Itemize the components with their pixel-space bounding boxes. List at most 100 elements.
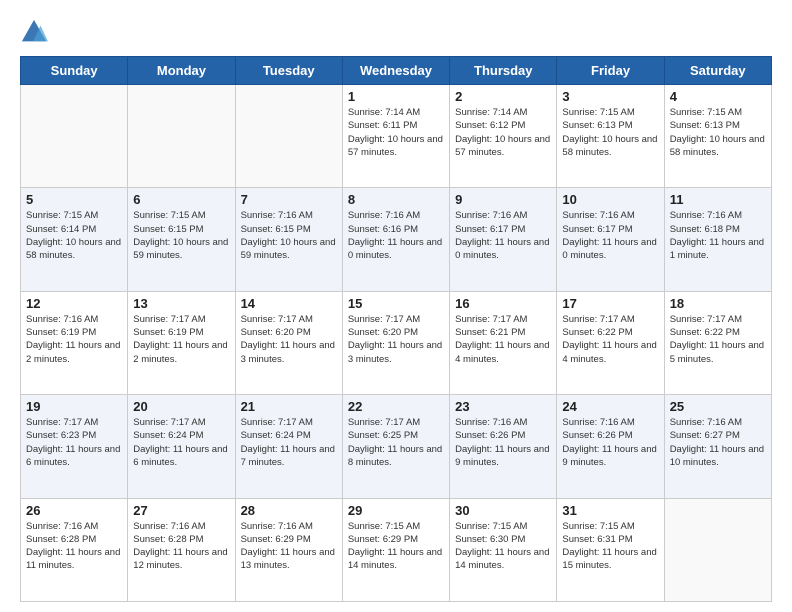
day-info: Sunrise: 7:16 AM Sunset: 6:29 PM Dayligh… xyxy=(241,520,337,573)
day-number: 13 xyxy=(133,296,229,311)
table-row: 24 Sunrise: 7:16 AM Sunset: 6:26 PM Dayli… xyxy=(557,395,664,498)
table-row: 6 Sunrise: 7:15 AM Sunset: 6:15 PM Daylig… xyxy=(128,188,235,291)
day-number: 18 xyxy=(670,296,766,311)
table-row: 5 Sunrise: 7:15 AM Sunset: 6:14 PM Daylig… xyxy=(21,188,128,291)
logo-icon xyxy=(20,18,48,46)
table-row xyxy=(235,85,342,188)
day-number: 1 xyxy=(348,89,444,104)
day-info: Sunrise: 7:15 AM Sunset: 6:13 PM Dayligh… xyxy=(562,106,658,159)
day-number: 3 xyxy=(562,89,658,104)
table-row: 1 Sunrise: 7:14 AM Sunset: 6:11 PM Daylig… xyxy=(342,85,449,188)
day-info: Sunrise: 7:17 AM Sunset: 6:24 PM Dayligh… xyxy=(133,416,229,469)
table-row xyxy=(128,85,235,188)
day-info: Sunrise: 7:16 AM Sunset: 6:27 PM Dayligh… xyxy=(670,416,766,469)
day-info: Sunrise: 7:16 AM Sunset: 6:16 PM Dayligh… xyxy=(348,209,444,262)
day-info: Sunrise: 7:17 AM Sunset: 6:22 PM Dayligh… xyxy=(562,313,658,366)
day-info: Sunrise: 7:15 AM Sunset: 6:15 PM Dayligh… xyxy=(133,209,229,262)
table-row: 29Sunrise: 7:15 AM Sunset: 6:29 PM Dayli… xyxy=(342,498,449,601)
table-row: 18Sunrise: 7:17 AM Sunset: 6:22 PM Dayli… xyxy=(664,291,771,394)
day-info: Sunrise: 7:16 AM Sunset: 6:28 PM Dayligh… xyxy=(26,520,122,573)
header-friday: Friday xyxy=(557,57,664,85)
day-info: Sunrise: 7:17 AM Sunset: 6:25 PM Dayligh… xyxy=(348,416,444,469)
day-number: 8 xyxy=(348,192,444,207)
day-number: 15 xyxy=(348,296,444,311)
header-tuesday: Tuesday xyxy=(235,57,342,85)
table-row: 14 Sunrise: 7:17 AM Sunset: 6:20 PM Dayli… xyxy=(235,291,342,394)
day-number: 10 xyxy=(562,192,658,207)
day-number: 31 xyxy=(562,503,658,518)
day-number: 4 xyxy=(670,89,766,104)
day-number: 7 xyxy=(241,192,337,207)
weekday-header-row: Sunday Monday Tuesday Wednesday Thursday… xyxy=(21,57,772,85)
table-row: 20 Sunrise: 7:17 AM Sunset: 6:24 PM Dayli… xyxy=(128,395,235,498)
table-row: 9Sunrise: 7:16 AM Sunset: 6:17 PM Daylig… xyxy=(450,188,557,291)
day-info: Sunrise: 7:17 AM Sunset: 6:20 PM Dayligh… xyxy=(241,313,337,366)
day-number: 25 xyxy=(670,399,766,414)
header-wednesday: Wednesday xyxy=(342,57,449,85)
day-info: Sunrise: 7:16 AM Sunset: 6:19 PM Dayligh… xyxy=(26,313,122,366)
logo xyxy=(20,18,52,46)
calendar-week-row: 1 Sunrise: 7:14 AM Sunset: 6:11 PM Daylig… xyxy=(21,85,772,188)
table-row: 22 Sunrise: 7:17 AM Sunset: 6:25 PM Dayli… xyxy=(342,395,449,498)
day-number: 30 xyxy=(455,503,551,518)
day-number: 22 xyxy=(348,399,444,414)
table-row: 23Sunrise: 7:16 AM Sunset: 6:26 PM Dayli… xyxy=(450,395,557,498)
day-number: 14 xyxy=(241,296,337,311)
day-number: 21 xyxy=(241,399,337,414)
day-info: Sunrise: 7:17 AM Sunset: 6:24 PM Dayligh… xyxy=(241,416,337,469)
day-info: Sunrise: 7:16 AM Sunset: 6:17 PM Dayligh… xyxy=(562,209,658,262)
table-row: 26 Sunrise: 7:16 AM Sunset: 6:28 PM Dayli… xyxy=(21,498,128,601)
day-info: Sunrise: 7:17 AM Sunset: 6:21 PM Dayligh… xyxy=(455,313,551,366)
day-info: Sunrise: 7:16 AM Sunset: 6:28 PM Dayligh… xyxy=(133,520,229,573)
table-row: 15 Sunrise: 7:17 AM Sunset: 6:20 PM Dayli… xyxy=(342,291,449,394)
day-number: 20 xyxy=(133,399,229,414)
day-info: Sunrise: 7:15 AM Sunset: 6:13 PM Dayligh… xyxy=(670,106,766,159)
day-number: 19 xyxy=(26,399,122,414)
calendar-week-row: 5 Sunrise: 7:15 AM Sunset: 6:14 PM Daylig… xyxy=(21,188,772,291)
table-row: 8 Sunrise: 7:16 AM Sunset: 6:16 PM Daylig… xyxy=(342,188,449,291)
header-sunday: Sunday xyxy=(21,57,128,85)
day-number: 11 xyxy=(670,192,766,207)
table-row: 30 Sunrise: 7:15 AM Sunset: 6:30 PM Dayli… xyxy=(450,498,557,601)
day-info: Sunrise: 7:15 AM Sunset: 6:30 PM Dayligh… xyxy=(455,520,551,573)
calendar-week-row: 26 Sunrise: 7:16 AM Sunset: 6:28 PM Dayli… xyxy=(21,498,772,601)
day-number: 24 xyxy=(562,399,658,414)
calendar-week-row: 12 Sunrise: 7:16 AM Sunset: 6:19 PM Dayli… xyxy=(21,291,772,394)
day-number: 26 xyxy=(26,503,122,518)
day-info: Sunrise: 7:14 AM Sunset: 6:12 PM Dayligh… xyxy=(455,106,551,159)
table-row: 13Sunrise: 7:17 AM Sunset: 6:19 PM Dayli… xyxy=(128,291,235,394)
day-number: 12 xyxy=(26,296,122,311)
table-row xyxy=(21,85,128,188)
day-info: Sunrise: 7:16 AM Sunset: 6:15 PM Dayligh… xyxy=(241,209,337,262)
table-row: 31 Sunrise: 7:15 AM Sunset: 6:31 PM Dayli… xyxy=(557,498,664,601)
day-number: 28 xyxy=(241,503,337,518)
day-info: Sunrise: 7:15 AM Sunset: 6:14 PM Dayligh… xyxy=(26,209,122,262)
day-number: 6 xyxy=(133,192,229,207)
table-row: 21 Sunrise: 7:17 AM Sunset: 6:24 PM Dayli… xyxy=(235,395,342,498)
day-info: Sunrise: 7:16 AM Sunset: 6:26 PM Dayligh… xyxy=(455,416,551,469)
day-info: Sunrise: 7:17 AM Sunset: 6:20 PM Dayligh… xyxy=(348,313,444,366)
day-info: Sunrise: 7:14 AM Sunset: 6:11 PM Dayligh… xyxy=(348,106,444,159)
table-row: 3 Sunrise: 7:15 AM Sunset: 6:13 PM Daylig… xyxy=(557,85,664,188)
day-info: Sunrise: 7:16 AM Sunset: 6:26 PM Dayligh… xyxy=(562,416,658,469)
day-info: Sunrise: 7:16 AM Sunset: 6:18 PM Dayligh… xyxy=(670,209,766,262)
header-saturday: Saturday xyxy=(664,57,771,85)
day-number: 16 xyxy=(455,296,551,311)
calendar-week-row: 19Sunrise: 7:17 AM Sunset: 6:23 PM Dayli… xyxy=(21,395,772,498)
day-number: 2 xyxy=(455,89,551,104)
header-monday: Monday xyxy=(128,57,235,85)
table-row: 16 Sunrise: 7:17 AM Sunset: 6:21 PM Dayli… xyxy=(450,291,557,394)
table-row: 17Sunrise: 7:17 AM Sunset: 6:22 PM Dayli… xyxy=(557,291,664,394)
table-row: 10 Sunrise: 7:16 AM Sunset: 6:17 PM Dayli… xyxy=(557,188,664,291)
table-row: 28 Sunrise: 7:16 AM Sunset: 6:29 PM Dayli… xyxy=(235,498,342,601)
table-row: 27Sunrise: 7:16 AM Sunset: 6:28 PM Dayli… xyxy=(128,498,235,601)
day-info: Sunrise: 7:15 AM Sunset: 6:31 PM Dayligh… xyxy=(562,520,658,573)
header xyxy=(20,18,772,46)
table-row xyxy=(664,498,771,601)
calendar-table: Sunday Monday Tuesday Wednesday Thursday… xyxy=(20,56,772,602)
day-number: 5 xyxy=(26,192,122,207)
table-row: 2 Sunrise: 7:14 AM Sunset: 6:12 PM Daylig… xyxy=(450,85,557,188)
table-row: 4 Sunrise: 7:15 AM Sunset: 6:13 PM Daylig… xyxy=(664,85,771,188)
table-row: 25 Sunrise: 7:16 AM Sunset: 6:27 PM Dayli… xyxy=(664,395,771,498)
day-number: 29 xyxy=(348,503,444,518)
